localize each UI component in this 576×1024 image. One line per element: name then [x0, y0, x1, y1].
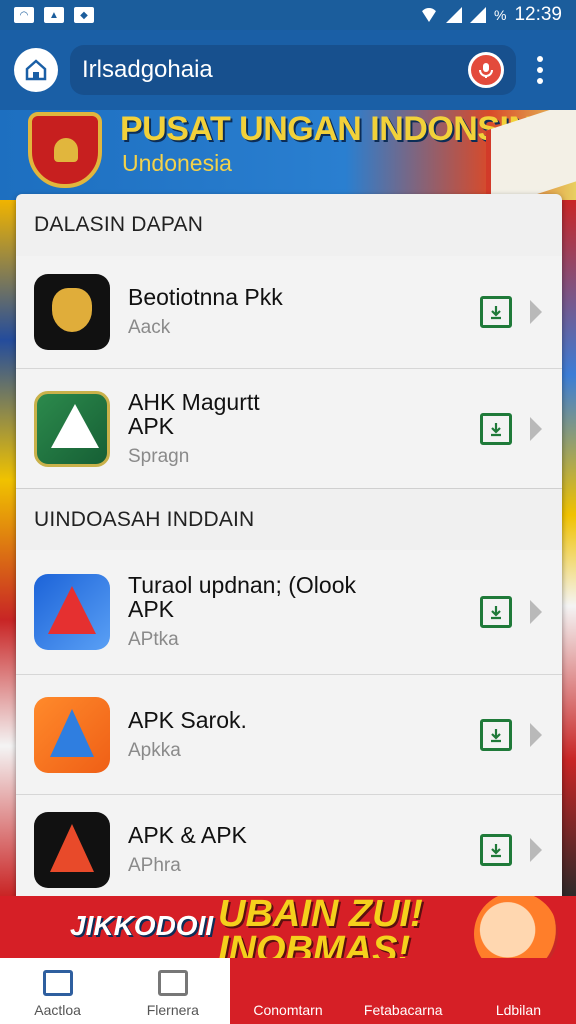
- home-button[interactable]: [14, 48, 58, 92]
- app-name: AHK Magurtt APK: [128, 388, 260, 439]
- download-icon: [491, 306, 501, 320]
- status-time: 12:39: [514, 4, 562, 25]
- app-subtitle: Aack: [128, 317, 171, 338]
- apps-grid-icon: [42, 970, 73, 996]
- app-icon-blue: [34, 574, 110, 650]
- notification-icon: ◠: [14, 7, 34, 23]
- status-bar: ◠ ▲ ◆ % 12:39: [0, 0, 576, 30]
- app-subtitle: Spragn: [128, 445, 190, 467]
- wifi-icon: [420, 8, 438, 22]
- nav-label: Ldbilan: [495, 1002, 541, 1018]
- promo-right-text: UBAIN ZUI! INOBMAS!: [218, 896, 423, 962]
- chevron-right-icon: [530, 416, 542, 441]
- download-icon: [491, 843, 501, 857]
- download-icon: [491, 606, 501, 620]
- home-icon: [25, 59, 47, 81]
- app-name: APK & APK: [128, 821, 247, 848]
- download-icon: [491, 422, 501, 436]
- nav-label: Conomtarn: [253, 1002, 323, 1018]
- search-value: Irlsadgohaia: [82, 56, 213, 83]
- chevron-right-icon: [530, 722, 542, 747]
- mascot-icon: [474, 896, 558, 962]
- nav-item-5[interactable]: Ldbilan: [460, 958, 576, 1024]
- section-header: DALASIN DAPAN: [34, 213, 204, 236]
- dot-icon: [537, 78, 543, 84]
- chevron-right-icon: [530, 837, 542, 862]
- app-icon-orange: [34, 696, 110, 773]
- app-list-item[interactable]: Beotiotnna Pkk Aack: [16, 256, 562, 368]
- background-decoration-left: [0, 200, 16, 900]
- app-bar: Irlsadgohaia: [0, 30, 576, 110]
- mic-icon: [479, 63, 493, 78]
- battery-icon: %: [494, 7, 507, 23]
- app-icon-black: [34, 811, 110, 888]
- download-button[interactable]: [480, 833, 512, 866]
- store-notification-icon: ◆: [74, 7, 94, 23]
- nav-label: Flernera: [146, 1002, 199, 1018]
- voice-search-button[interactable]: [468, 52, 504, 88]
- app-subtitle: APtka: [128, 629, 179, 650]
- app-subtitle: Apkka: [128, 739, 181, 761]
- app-icon-garuda: [34, 274, 110, 350]
- app-list-item[interactable]: Turaol updnan; (Olook APK APtka: [16, 550, 562, 674]
- nav-label: Fetabacarna: [363, 1002, 443, 1018]
- chevron-right-icon: [530, 600, 542, 624]
- app-name: Beotiotnna Pkk: [128, 284, 283, 310]
- dot-icon: [537, 56, 543, 62]
- app-list-item[interactable]: APK & APK APhra: [16, 794, 562, 900]
- background-decoration-right: [562, 200, 576, 900]
- download-button[interactable]: [480, 596, 512, 628]
- app-list-item[interactable]: APK Sarok. Apkka: [16, 674, 562, 794]
- app-name: APK Sarok.: [128, 706, 247, 733]
- app-list-item[interactable]: AHK Magurtt APK Spragn: [16, 368, 562, 488]
- nav-item-activity[interactable]: Aactloa: [0, 958, 116, 1024]
- download-button[interactable]: [480, 296, 512, 328]
- overflow-menu-button[interactable]: [528, 48, 552, 92]
- hero-banner: PUSAT UNGAN INDONSIN Undonesia: [0, 110, 576, 200]
- garuda-emblem-icon: [28, 112, 102, 188]
- app-name: Turaol updnan; (Olook APK: [128, 572, 357, 622]
- signal-icon: [446, 7, 462, 23]
- bottom-navigation: Aactloa Flernera Conomtarn Fetabacarna L…: [0, 958, 576, 1024]
- app-subtitle: APhra: [128, 854, 181, 876]
- nav-item-4[interactable]: Fetabacarna: [345, 958, 461, 1024]
- chevron-right-icon: [530, 300, 542, 324]
- banner-subtitle: Undonesia: [122, 150, 232, 176]
- promo-left-text: JIKKODOII: [70, 910, 214, 941]
- app-list-card: DALASIN DAPAN Beotiotnna Pkk Aack AHK Ma…: [16, 194, 562, 900]
- nav-label: Aactloa: [34, 1002, 81, 1018]
- app-icon-green: [34, 390, 110, 467]
- signal-icon-2: [470, 7, 486, 23]
- nav-item-categories[interactable]: Flernera: [115, 958, 231, 1024]
- layout-icon: [157, 970, 188, 996]
- download-icon: [491, 728, 501, 742]
- search-input[interactable]: Irlsadgohaia: [70, 45, 516, 95]
- download-button[interactable]: [480, 412, 512, 445]
- nav-item-3[interactable]: Conomtarn: [230, 958, 346, 1024]
- download-button[interactable]: [480, 718, 512, 751]
- promo-banner[interactable]: JIKKODOII UBAIN ZUI! INOBMAS!: [0, 896, 576, 962]
- image-notification-icon: ▲: [44, 7, 64, 23]
- section-header: UINDOASAH INDDAIN: [16, 488, 562, 550]
- dot-icon: [537, 67, 543, 73]
- banner-title: PUSAT UNGAN INDONSIN: [120, 110, 533, 148]
